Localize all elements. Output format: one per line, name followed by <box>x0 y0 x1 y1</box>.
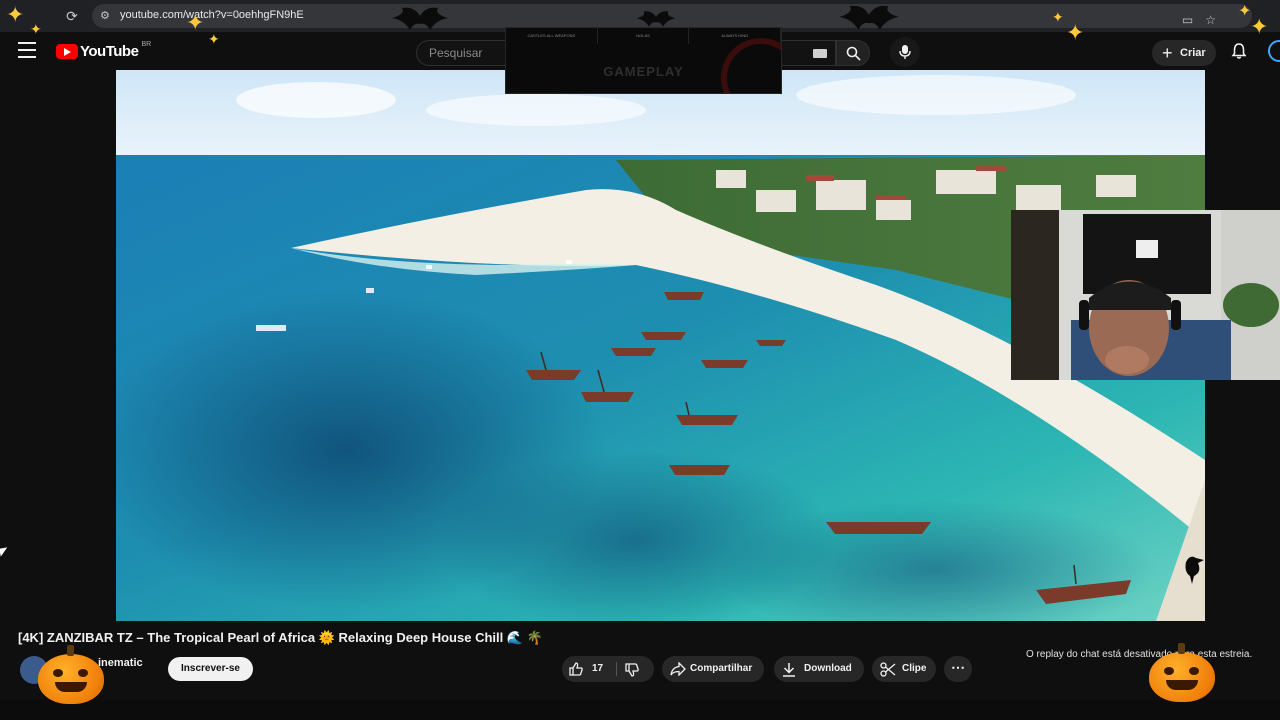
like-dislike-group: 17 <box>562 656 654 682</box>
menu-icon[interactable] <box>18 42 36 58</box>
search-placeholder: Pesquisar <box>429 46 483 60</box>
sparkle-icon: ✦ <box>30 21 42 37</box>
overlay-tab: NOLAS <box>598 28 690 44</box>
sparkle-icon: ✦ <box>186 10 205 35</box>
url-text[interactable]: youtube.com/watch?v=0oehhgFN9hE <box>120 9 304 21</box>
microphone-icon <box>899 45 911 59</box>
download-button[interactable]: Download <box>774 656 864 682</box>
search-icon <box>846 46 861 61</box>
bat-icon <box>392 7 448 30</box>
gameplay-overlay: CASTLES ALL WEAPONS NOLAS ALWAYS HIND GA… <box>505 27 782 94</box>
overlay-tab: CASTLES ALL WEAPONS <box>506 28 598 44</box>
streamer-camera-feed <box>1011 210 1280 380</box>
bat-icon <box>636 11 676 27</box>
like-divider <box>616 662 617 676</box>
reload-icon[interactable]: ⟳ <box>64 8 80 24</box>
thumbs-up-icon[interactable] <box>568 661 584 677</box>
account-avatar[interactable] <box>1268 40 1280 62</box>
keyboard-icon[interactable] <box>813 49 827 58</box>
clip-button[interactable]: Clipe <box>872 656 936 682</box>
tune-icon[interactable]: ⚙ <box>100 9 114 23</box>
halloween-grass-decoration <box>0 700 1280 720</box>
sparkle-icon: ✦ <box>1066 20 1085 45</box>
crow-icon <box>1185 556 1204 584</box>
sparkle-icon: ✦ <box>1250 14 1269 39</box>
channel-name[interactable]: inematic <box>98 657 143 669</box>
download-label: Download <box>804 663 852 674</box>
plus-icon: + <box>1162 43 1173 63</box>
sparkle-icon: ✦ <box>208 31 220 47</box>
clip-label: Clipe <box>902 663 927 674</box>
notifications-bell-icon[interactable] <box>1230 42 1248 60</box>
download-icon <box>783 663 795 677</box>
address-bar-actions: ▭ ☆ <box>1182 12 1216 28</box>
chat-replay-notice: O replay do chat está desativado para es… <box>1026 649 1253 660</box>
pumpkin-icon <box>38 645 104 704</box>
cast-icon[interactable]: ▭ <box>1182 12 1193 28</box>
search-button[interactable] <box>836 40 870 66</box>
bat-icon <box>839 5 899 30</box>
bookmark-star-icon[interactable]: ☆ <box>1205 12 1216 28</box>
youtube-play-icon <box>56 43 78 59</box>
youtube-logo[interactable]: YouTube BR <box>56 40 152 60</box>
pumpkin-icon <box>1149 643 1215 702</box>
scissors-icon <box>880 662 896 677</box>
overlay-tabs: CASTLES ALL WEAPONS NOLAS ALWAYS HIND <box>506 28 781 44</box>
thumbs-down-icon[interactable] <box>624 662 640 678</box>
more-actions-button[interactable]: ⋯ <box>944 656 972 682</box>
webcam-overlay <box>1011 210 1280 380</box>
create-label: Criar <box>1180 47 1206 59</box>
subscribe-button[interactable]: Inscrever-se <box>168 657 253 681</box>
logo-text: YouTube <box>80 42 139 60</box>
share-icon <box>670 662 686 676</box>
overlay-title: GAMEPLAY <box>603 64 684 79</box>
sparkle-icon: ✦ <box>1052 9 1064 25</box>
region-code: BR <box>141 40 152 48</box>
create-button[interactable]: + Criar <box>1152 40 1216 66</box>
sparkle-icon: ✦ <box>6 2 25 27</box>
share-label: Compartilhar <box>690 663 753 674</box>
like-count[interactable]: 17 <box>592 656 603 682</box>
mouse-cursor-icon <box>0 547 9 557</box>
share-button[interactable]: Compartilhar <box>662 656 764 682</box>
voice-search-button[interactable] <box>890 37 920 67</box>
video-title: [4K] ZANZIBAR TZ – The Tropical Pearl of… <box>18 630 543 645</box>
